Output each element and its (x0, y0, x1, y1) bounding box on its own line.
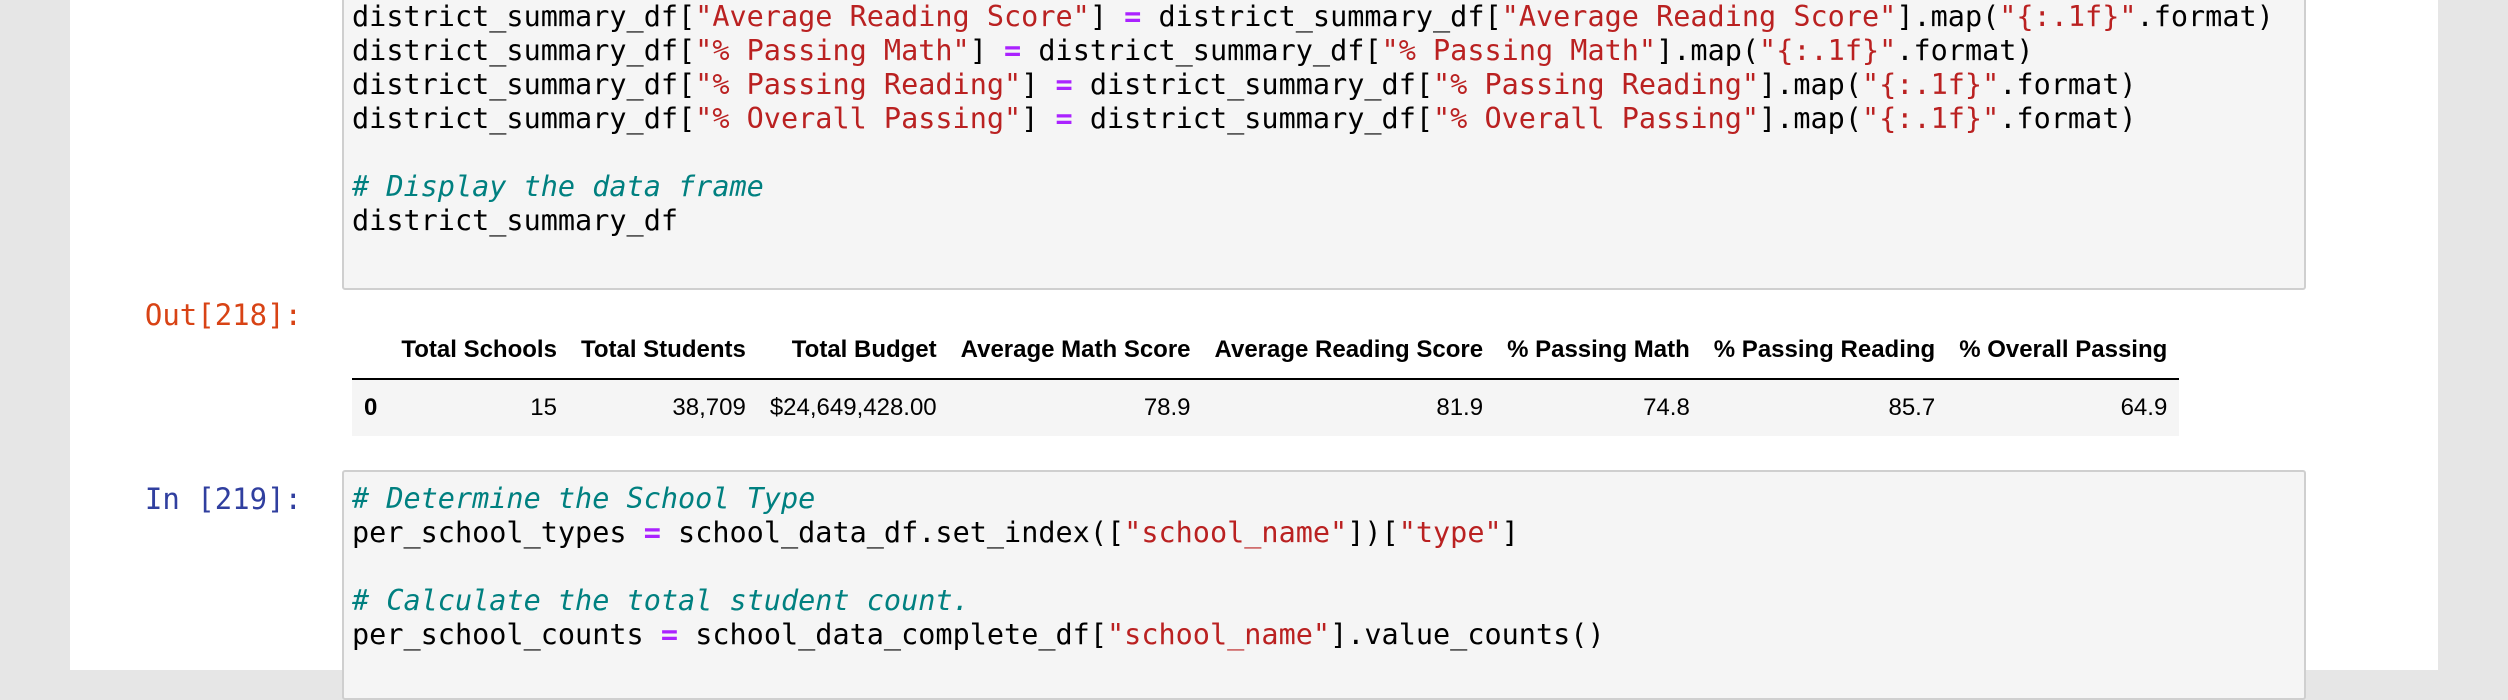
code-editor-2[interactable]: # Determine the School Type per_school_ty… (352, 482, 1605, 652)
column-header: Total Students (580, 336, 746, 363)
code-line: # Display the data frame (352, 170, 764, 203)
code-line: # Calculate the total student count. (352, 584, 970, 617)
code-editor[interactable]: district_summary_df["Average Reading Sco… (352, 0, 2274, 238)
column-header: Average Math Score (960, 336, 1191, 363)
code-line: district_summary_df["% Passing Reading"]… (352, 68, 2137, 101)
table-cell: 38,709 (672, 394, 746, 421)
code-cell-input[interactable]: district_summary_df["Average Reading Sco… (342, 0, 2306, 290)
code-line: district_summary_df (352, 204, 679, 237)
output-prompt: Out[218]: (144, 298, 302, 332)
table-cell: 85.7 (1888, 394, 1936, 421)
table-row: 0 15 38,709 $24,649,428.00 78.9 81.9 74.8 85.7 6… (352, 379, 2180, 436)
column-header: % Passing Reading (1713, 336, 1936, 363)
code-line: per_school_types = school_data_df.set_in… (352, 516, 1519, 549)
column-header (352, 322, 389, 379)
column-header: Total Budget (791, 336, 937, 363)
code-line: district_summary_df["Average Reading Sco… (352, 0, 2274, 33)
column-header: % Passing Math (1507, 336, 1690, 363)
table-cell: 74.8 (1643, 394, 1690, 421)
column-header: Average Reading Score (1214, 336, 1484, 363)
input-prompt: In [219]: (144, 482, 302, 516)
table-cell: 15 (530, 394, 557, 421)
row-index: 0 (364, 394, 378, 421)
notebook-page: district_summary_df["Average Reading Sco… (70, 0, 2438, 700)
column-header: Total Schools (401, 336, 557, 363)
column-header: % Overall Passing (1959, 336, 2168, 363)
dataframe-table: Total Schools Total Students Total Budget A… (352, 322, 2180, 436)
code-line: district_summary_df["% Overall Passing"]… (352, 102, 2137, 135)
code-line: per_school_counts = school_data_complete… (352, 618, 1605, 651)
code-cell-input-2[interactable]: # Determine the School Type per_school_ty… (342, 470, 2306, 700)
table-cell: 64.9 (2120, 394, 2168, 421)
code-line: # Determine the School Type (352, 482, 816, 515)
table-cell: 78.9 (1143, 394, 1191, 421)
table-cell: 81.9 (1436, 394, 1484, 421)
code-line: district_summary_df["% Passing Math"] = … (352, 34, 2034, 67)
table-header-row: Total Schools Total Students Total Budget A… (352, 322, 2180, 379)
table-cell: $24,649,428.00 (769, 394, 937, 421)
